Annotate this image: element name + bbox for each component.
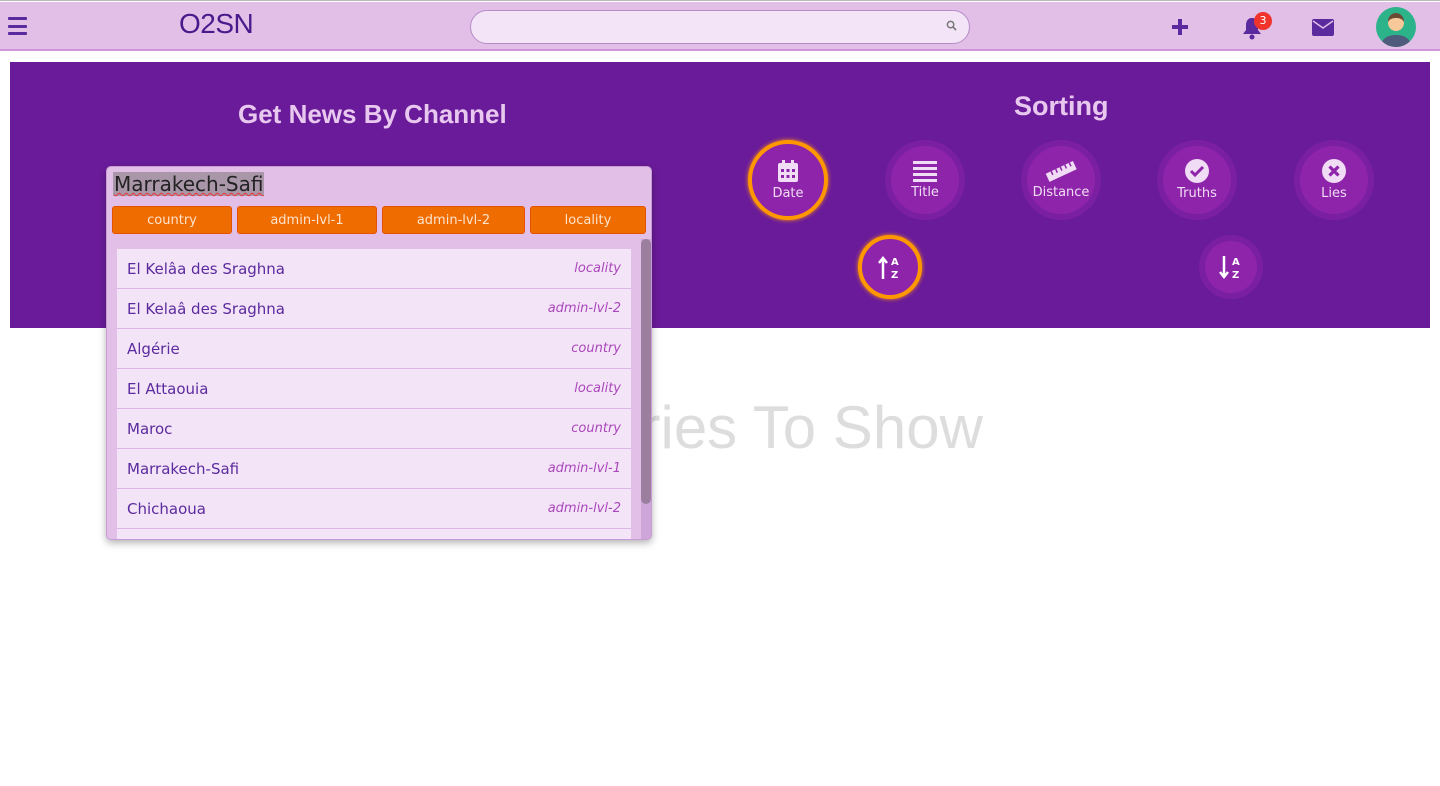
filter-admin-lvl-1-button[interactable]: admin-lvl-1 <box>237 206 377 234</box>
sort-date-button[interactable]: Date <box>748 140 828 220</box>
svg-text:Z: Z <box>1232 270 1239 280</box>
item-name: El Kelaâ des Sraghna <box>127 299 285 318</box>
list-icon <box>913 161 937 182</box>
sort-title-button[interactable]: Title <box>885 140 965 220</box>
item-type: admin-lvl-2 <box>547 301 621 316</box>
sort-distance-button[interactable]: Distance <box>1021 140 1101 220</box>
menu-icon[interactable] <box>8 17 27 35</box>
sort-distance-label: Distance <box>1032 185 1090 200</box>
svg-text:A: A <box>1232 257 1240 268</box>
sort-ascending-button[interactable]: AZ <box>858 235 922 299</box>
notification-badge: 3 <box>1254 12 1272 30</box>
sorting-heading: Sorting <box>1014 91 1109 121</box>
list-item[interactable]: Algérie country <box>117 329 631 369</box>
calendar-icon <box>778 160 798 182</box>
list-item[interactable]: Chichaoua admin-lvl-2 <box>117 489 631 529</box>
item-type: admin-lvl-1 <box>547 461 621 476</box>
list-item[interactable]: El Kelaâ des Sraghna admin-lvl-2 <box>117 289 631 329</box>
svg-text:A: A <box>891 257 899 268</box>
list-item[interactable]: Marrakech-Safi admin-lvl-1 <box>117 449 631 489</box>
sort-title-label: Title <box>911 185 939 200</box>
location-input[interactable]: Marrakech-Safi <box>113 172 265 196</box>
sort-alpha-up-icon: AZ <box>878 255 899 280</box>
sort-truths-button[interactable]: Truths <box>1157 140 1237 220</box>
sort-lies-label: Lies <box>1321 186 1347 201</box>
list-item[interactable]: El Kelâa des Sraghna locality <box>117 249 631 289</box>
ruler-icon <box>1045 161 1077 182</box>
item-name: Marrakech-Safi <box>127 459 240 478</box>
sort-descending-button[interactable]: AZ <box>1199 235 1263 299</box>
sort-date-label: Date <box>772 186 804 201</box>
location-list: El Kelâa des Sraghna locality El Kelaâ de… <box>117 249 631 539</box>
x-circle-icon <box>1322 159 1346 183</box>
item-type: country <box>571 341 621 356</box>
item-type: admin-lvl-2 <box>547 501 621 516</box>
logo[interactable]: O2SN <box>179 8 254 40</box>
item-type: locality <box>574 381 621 396</box>
list-item[interactable] <box>117 529 631 539</box>
plus-icon[interactable] <box>1171 18 1189 36</box>
item-name: Maroc <box>127 419 173 438</box>
item-type: locality <box>574 261 621 276</box>
item-name: El Kelâa des Sraghna <box>127 259 285 278</box>
location-dropdown: Marrakech-Safi country admin-lvl-1 admin… <box>106 166 652 540</box>
item-name: Chichaoua <box>127 499 206 518</box>
envelope-icon[interactable] <box>1312 19 1334 36</box>
sort-truths-label: Truths <box>1177 186 1217 201</box>
filter-admin-lvl-2-button[interactable]: admin-lvl-2 <box>382 206 525 234</box>
item-name: Algérie <box>127 339 180 358</box>
avatar[interactable] <box>1376 7 1416 47</box>
sort-lies-button[interactable]: Lies <box>1294 140 1374 220</box>
type-filters: country admin-lvl-1 admin-lvl-2 locality <box>112 206 646 234</box>
location-input-value: Marrakech-Safi <box>114 172 264 196</box>
filter-country-button[interactable]: country <box>112 206 232 234</box>
sort-alpha-down-icon: AZ <box>1219 256 1240 280</box>
check-circle-icon <box>1185 159 1209 183</box>
item-name: El Attaouia <box>127 379 209 398</box>
top-navbar: O2SN 3 <box>0 2 1440 51</box>
search-icon[interactable] <box>946 20 957 31</box>
scrollbar-thumb[interactable] <box>641 239 651 504</box>
svg-text:Z: Z <box>891 270 898 280</box>
search-input[interactable] <box>470 10 970 44</box>
filter-locality-button[interactable]: locality <box>530 206 646 234</box>
list-scrollbar[interactable] <box>641 239 651 539</box>
channel-heading: Get News By Channel <box>238 99 507 129</box>
item-type: country <box>571 421 621 436</box>
list-item[interactable]: Maroc country <box>117 409 631 449</box>
list-item[interactable]: El Attaouia locality <box>117 369 631 409</box>
